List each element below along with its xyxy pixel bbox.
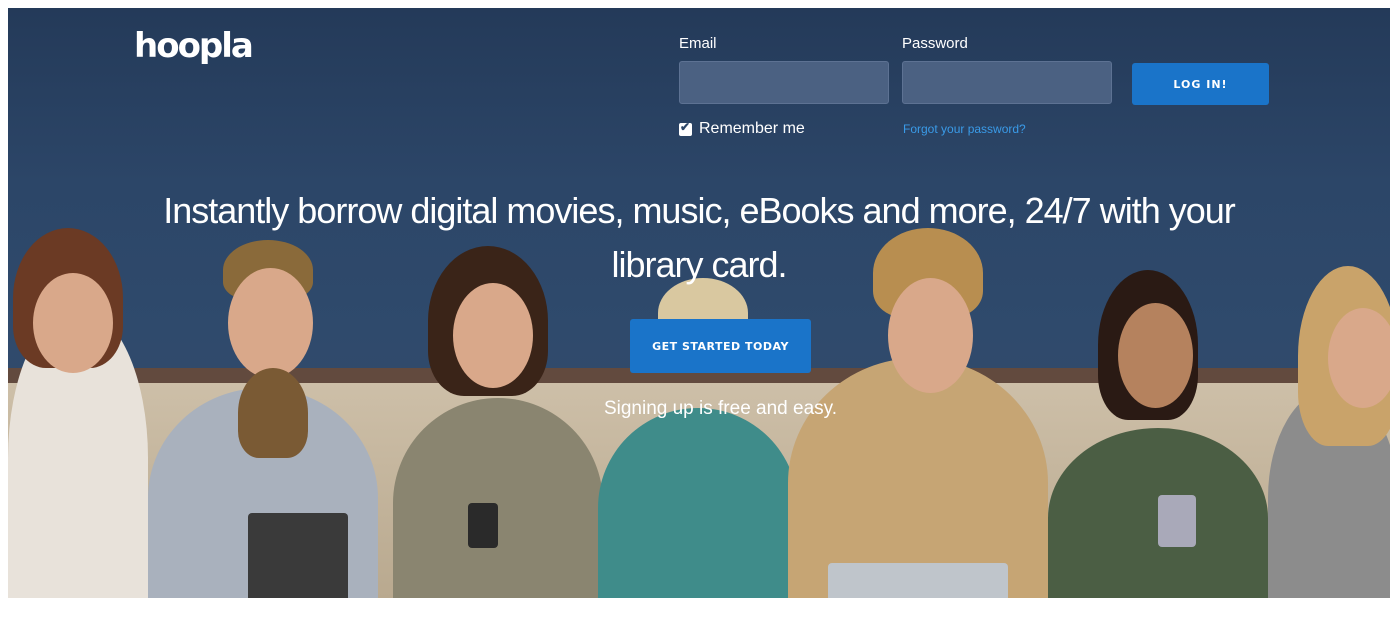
login-button[interactable]: LOG IN! (1132, 63, 1269, 105)
hero-section: hoopla Email Password LOG IN! Remember m… (8, 8, 1390, 598)
remember-me-toggle[interactable]: Remember me (679, 120, 805, 138)
remember-me-checkbox[interactable] (679, 120, 692, 136)
email-label: Email (679, 35, 717, 52)
hoopla-logo[interactable]: hoopla (134, 26, 254, 66)
hero-headline: Instantly borrow digital movies, music, … (158, 184, 1240, 292)
signup-subtext: Signing up is free and easy. (603, 398, 838, 419)
hero-headline-line2: library card. (611, 244, 787, 285)
email-input[interactable] (679, 61, 889, 104)
forgot-password-link[interactable]: Forgot your password? (903, 122, 1026, 136)
hero-headline-line1: Instantly borrow digital movies, music, … (163, 190, 1236, 231)
password-input[interactable] (902, 61, 1112, 104)
remember-me-label: Remember me (699, 120, 805, 137)
password-label: Password (902, 35, 968, 52)
get-started-button[interactable]: GET STARTED TODAY (630, 319, 811, 373)
